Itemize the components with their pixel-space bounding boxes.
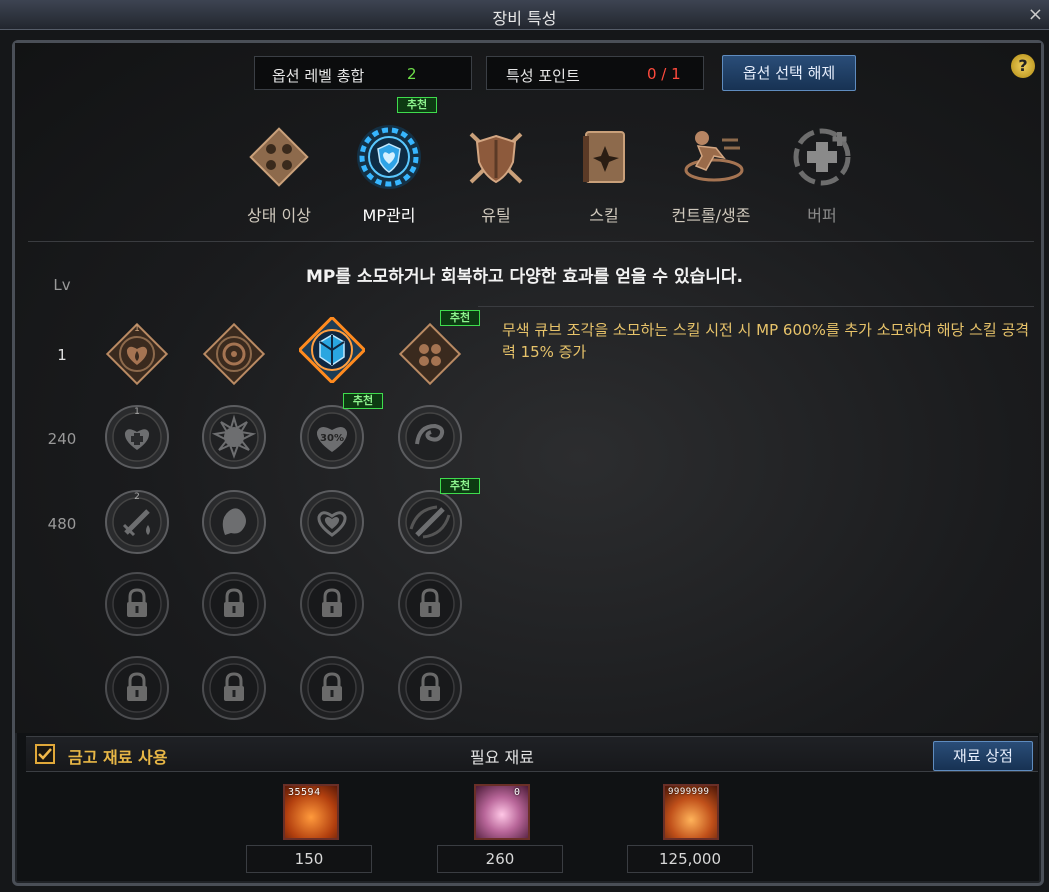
use-storage-checkbox[interactable] [35,744,55,764]
tab-status-effect[interactable]: 상태 이상 [224,118,334,228]
tab-label: 스킬 [589,206,619,225]
level-label: 240 [47,430,77,448]
checkmark-icon [38,748,52,760]
tab-utility[interactable]: 유틸 [441,118,551,228]
material-quantity: 150 [246,845,372,873]
lock-icon[interactable] [397,571,463,637]
window-titlebar: 장비 특성 × [0,0,1049,30]
recommended-badge: 추천 [343,393,383,409]
tab-label: 유틸 [481,206,511,225]
required-materials-label: 필요 재료 [470,748,534,767]
material-count: 9999999 [668,787,710,797]
gold-coins-icon[interactable]: 9999999 [663,784,719,840]
heart-30-icon[interactable]: 30% [299,404,365,470]
material-count: 35594 [288,787,321,798]
tab-label: 컨트롤/생존 [671,206,751,225]
running-figure-icon [684,131,744,182]
heart-cross-icon[interactable]: 1 [104,404,170,470]
tab-mp-management[interactable]: 추천 MP관리 [334,97,444,228]
lock-icon[interactable] [299,571,365,637]
material-shop-button[interactable]: 재료 상점 [933,741,1033,771]
close-icon[interactable]: × [1028,6,1043,24]
orange-crystal-icon[interactable]: 35594 [283,784,339,840]
recommended-badge: 추천 [397,97,437,113]
trait-points-value: 0 / 1 [647,65,681,83]
dice-orbs-icon[interactable] [397,321,463,387]
material-quantity: 125,000 [627,845,753,873]
node-level-text: 1 [134,324,140,334]
lock-icon[interactable] [104,655,170,721]
option-level-label: 옵션 레벨 총합 [272,67,365,85]
trait-points-label: 특성 포인트 [506,67,580,85]
lock-icon[interactable] [397,655,463,721]
swirl-icon[interactable] [397,404,463,470]
tab-control-survival[interactable]: 컨트롤/생존 [656,118,766,228]
trait-points-box: 특성 포인트 0 / 1 [486,56,704,90]
recommended-badge: 추천 [440,310,480,326]
spirit-icon[interactable] [201,489,267,555]
window-title: 장비 특성 [492,9,557,28]
lock-icon[interactable] [201,571,267,637]
mp-shield-gear-icon [357,125,421,189]
heart-drop-icon[interactable]: 1 [104,321,170,387]
option-level-value: 2 [407,65,417,83]
material-quantity: 260 [437,845,563,873]
option-level-box: 옵션 레벨 총합 2 [254,56,472,90]
level-label: 1 [57,346,67,364]
lock-icon[interactable] [104,571,170,637]
status-effect-icon [249,127,309,187]
tab-skill[interactable]: 스킬 [549,118,659,228]
use-storage-label: 금고 재료 사용 [68,748,168,767]
cube-fragment-icon[interactable] [299,317,365,383]
tab-label: MP관리 [362,206,416,225]
help-icon[interactable]: ? [1011,54,1035,78]
divider [28,241,1034,242]
trait-info-text: 무색 큐브 조각을 소모하는 스킬 시전 시 MP 600%를 추가 소모하여 … [502,321,1030,361]
tab-buffer[interactable]: 버퍼 [767,118,877,228]
divider [478,306,1034,307]
level-label: 480 [47,515,77,533]
buff-cross-icon [793,128,851,186]
material-count: 0 [514,787,521,798]
sword-drop-icon[interactable]: 2 [104,489,170,555]
lv-header: Lv [53,276,71,294]
lock-icon[interactable] [201,655,267,721]
recommended-badge: 추천 [440,478,480,494]
burst-icon[interactable] [201,404,267,470]
sword-vortex-icon[interactable] [397,489,463,555]
node-level-text: 2 [134,492,140,502]
tab-label: 상태 이상 [247,206,311,225]
fire-rune-icon[interactable] [201,321,267,387]
pink-orb-icon[interactable]: 0 [474,784,530,840]
node-level-text: 1 [134,407,140,417]
shield-swords-icon [469,132,523,184]
lock-icon[interactable] [299,655,365,721]
node-percent-text: 30% [320,433,344,444]
reset-selection-button[interactable]: 옵션 선택 해제 [722,55,856,91]
category-description: MP를 소모하거나 회복하고 다양한 효과를 얻을 수 있습니다. [306,267,743,287]
tab-label: 버퍼 [807,206,837,225]
heart-ring-icon[interactable] [299,489,365,555]
skill-book-icon [583,131,625,183]
